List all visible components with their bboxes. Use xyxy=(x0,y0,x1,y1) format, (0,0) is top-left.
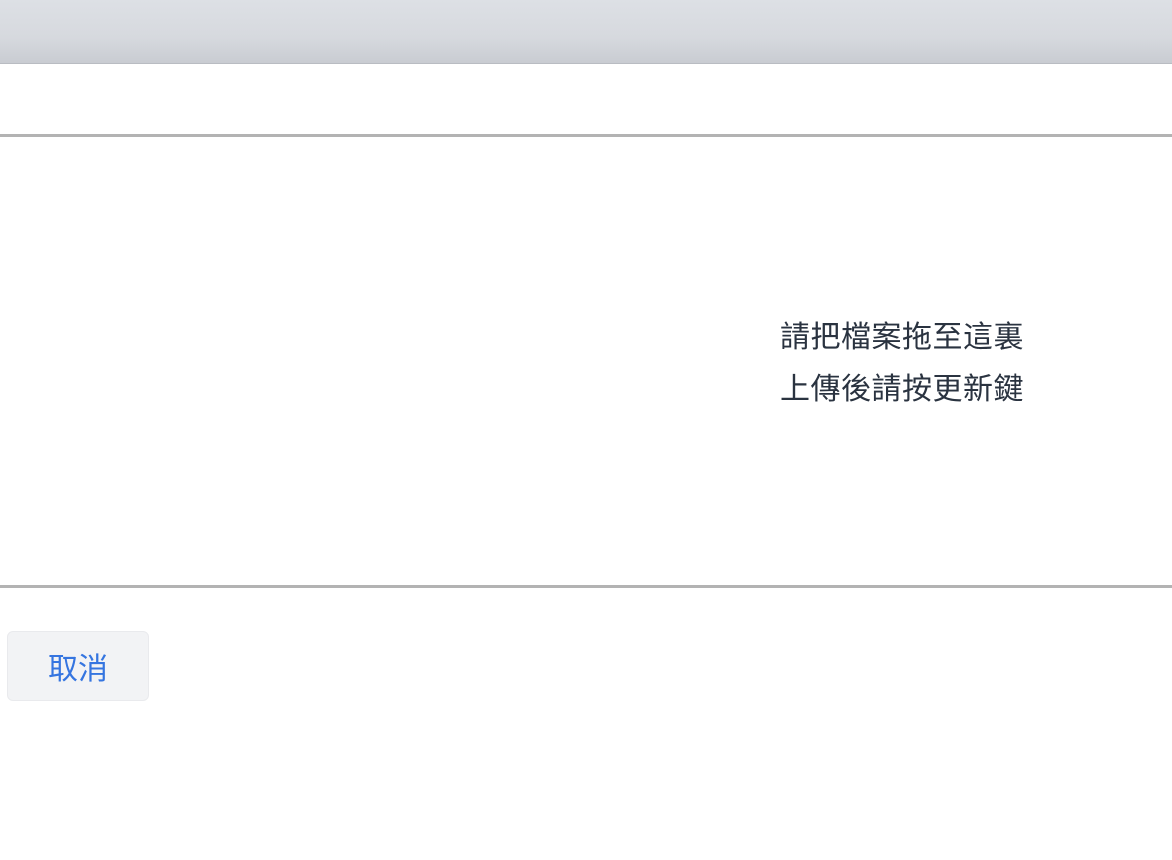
drop-instruction-line-1: 請把檔案拖至這裏 xyxy=(780,320,1024,355)
drop-instruction-line-2: 上傳後請按更新鍵 xyxy=(780,372,1024,407)
toolbar-area xyxy=(0,64,1172,134)
bottom-divider xyxy=(0,585,1172,588)
drop-instructions: 請把檔案拖至這裏 上傳後請按更新鍵 xyxy=(780,312,1060,416)
window-titlebar xyxy=(0,0,1172,64)
cancel-button[interactable]: 取消 xyxy=(7,631,149,701)
